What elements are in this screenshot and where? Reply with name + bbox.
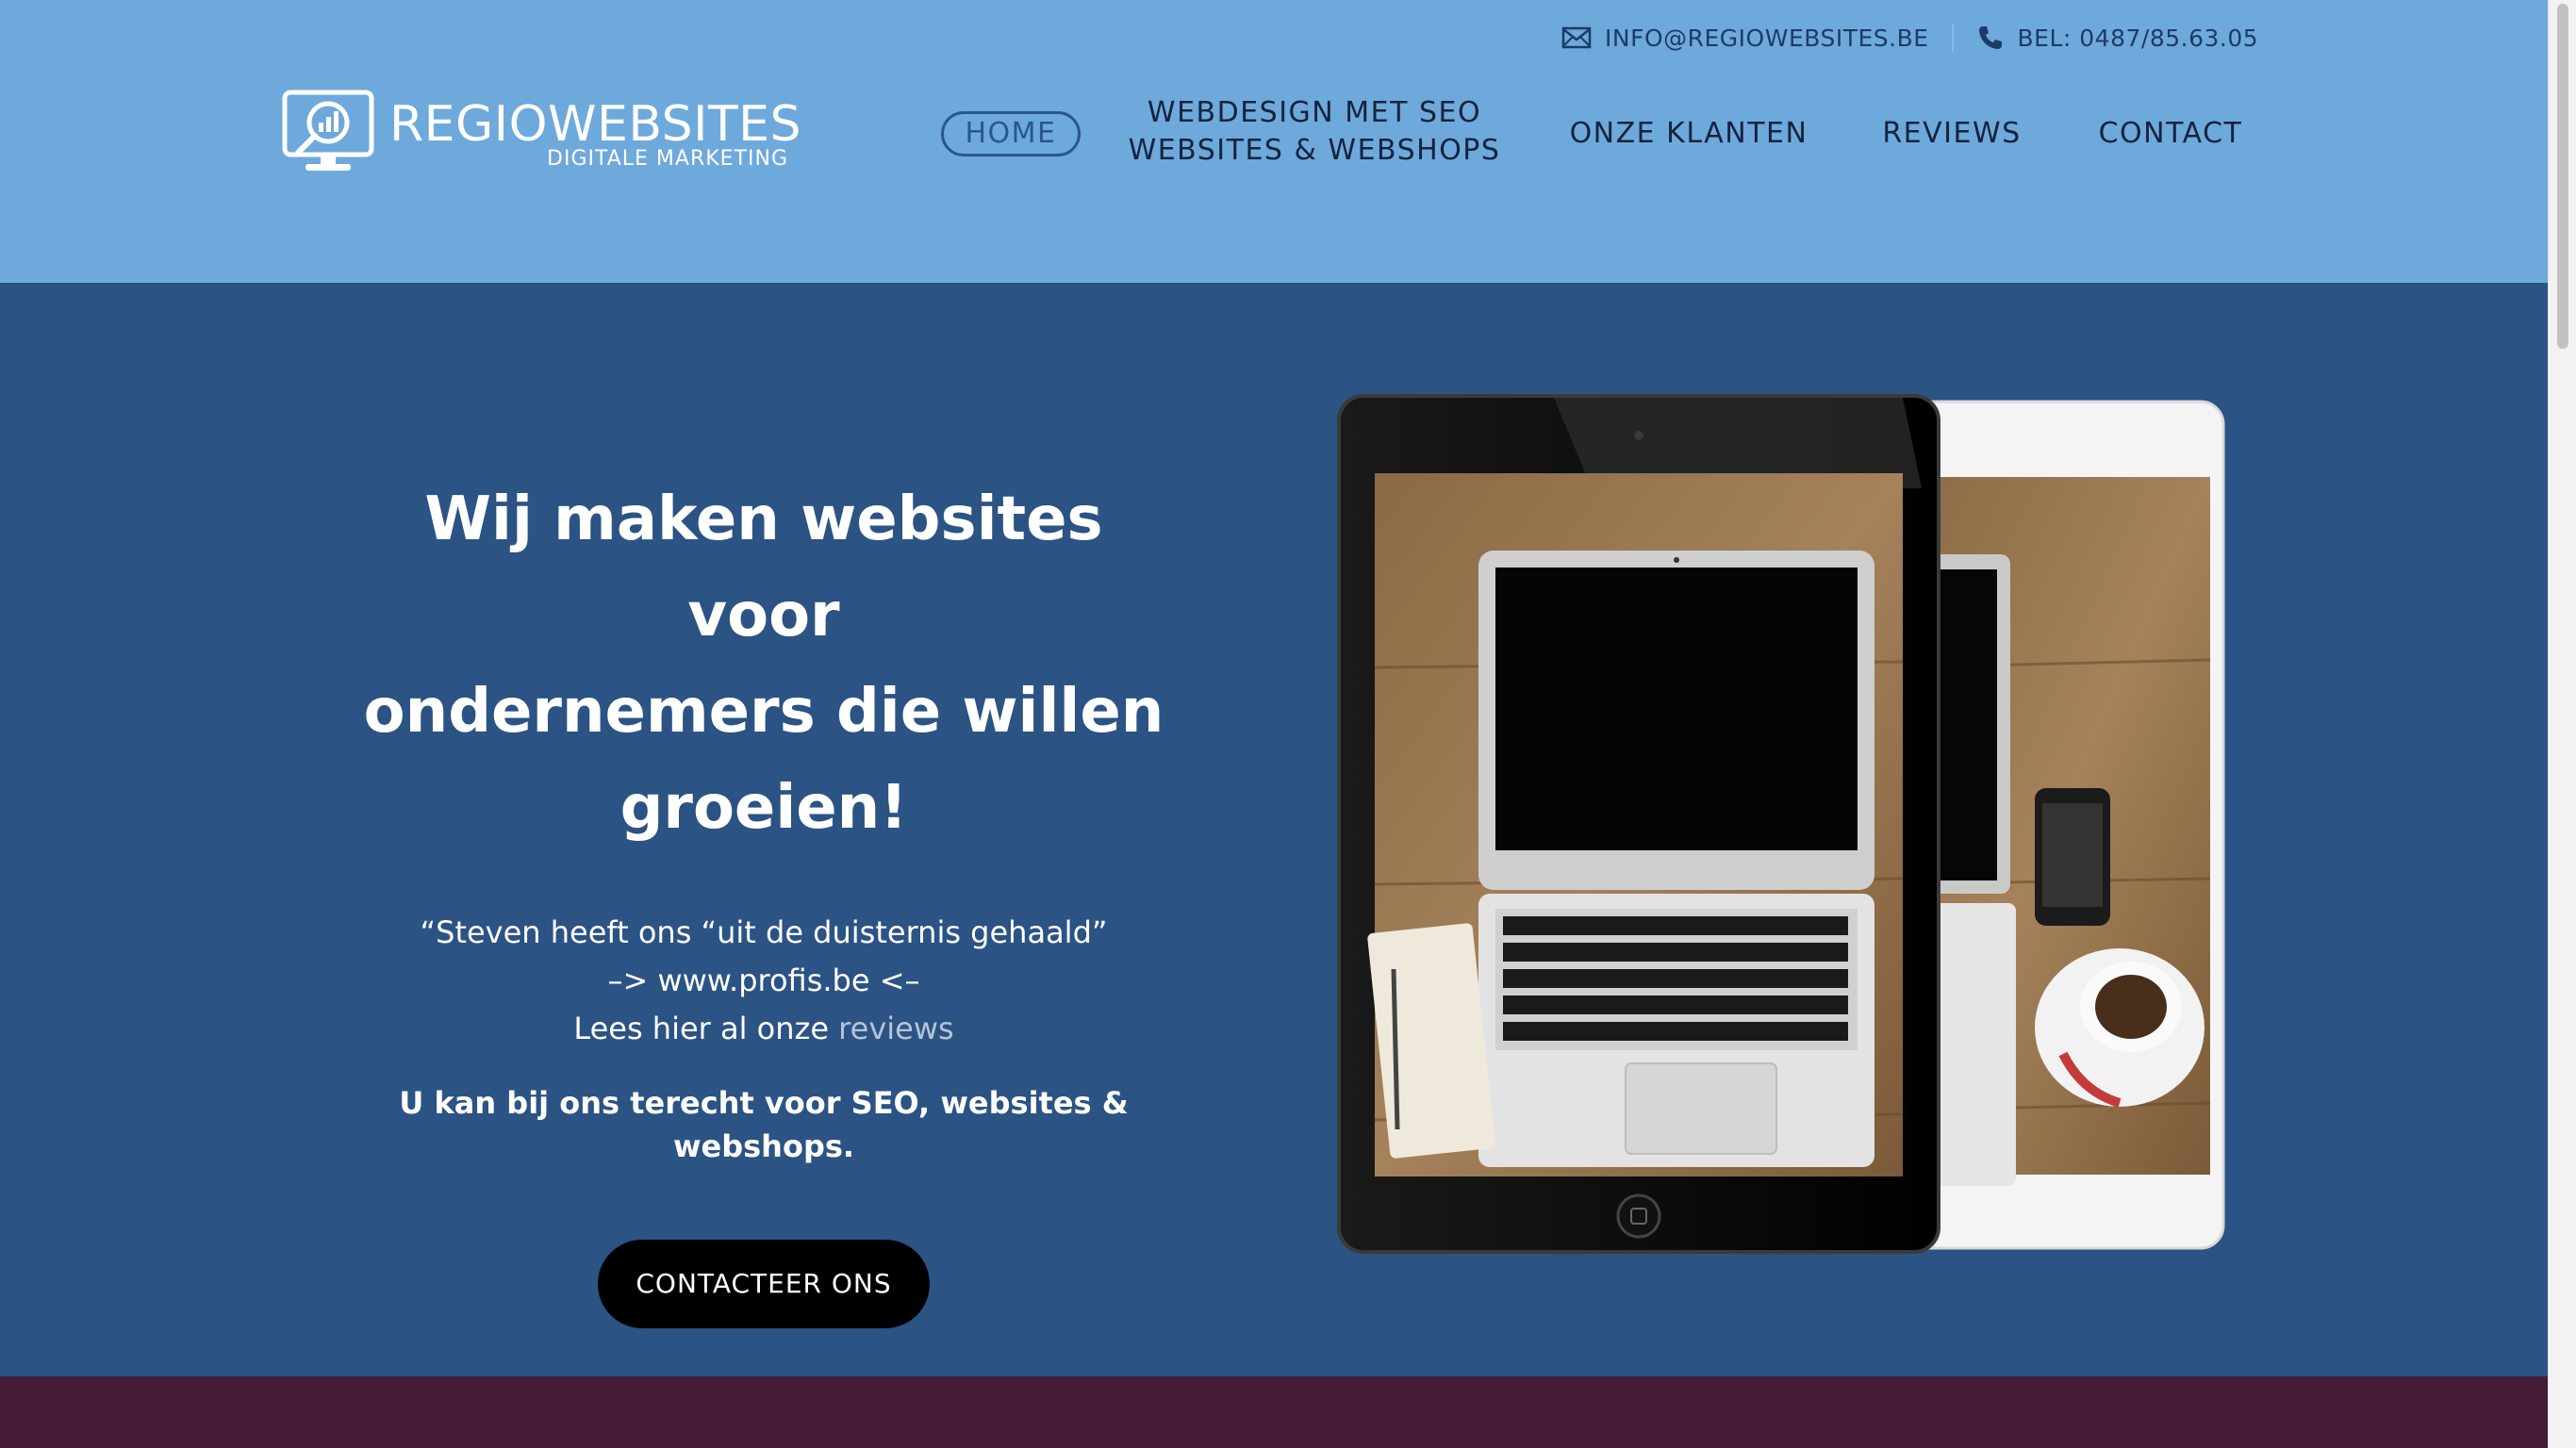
tablets-laptop-image xyxy=(1337,394,2225,1254)
hero-title: Wij maken websites voor ondernemers die … xyxy=(339,471,1188,856)
scrollbar-thumb[interactable] xyxy=(2557,4,2568,349)
hero-content: Wij maken websites voor ondernemers die … xyxy=(339,471,1188,1328)
hero-testimonial: “Steven heeft ons “uit de duisternis geh… xyxy=(339,909,1188,1053)
nav-home[interactable]: HOME xyxy=(941,111,1081,156)
reviews-line-prefix: Lees hier al onze xyxy=(573,1011,839,1046)
hero-title-line: ondernemers die willen xyxy=(363,677,1164,747)
page-scrollbar[interactable] xyxy=(2548,0,2576,1448)
reviews-link[interactable]: reviews xyxy=(838,1011,954,1046)
testimonial-quote: “Steven heeft ons “uit de duisternis geh… xyxy=(420,914,1108,950)
testimonial-source: –> www.profis.be <– xyxy=(607,963,920,998)
site-header: INFO@REGIOWEBSITES.BE BEL: 0487/85.63.05 xyxy=(0,0,2548,283)
nav-onze-klanten[interactable]: ONZE KLANTEN xyxy=(1569,115,1808,153)
next-section xyxy=(0,1376,2548,1448)
hero-tagline: U kan bij ons terecht voor SEO, websites… xyxy=(399,1085,1129,1164)
nav-webdesign-line2: WEBSITES & WEBSHOPS xyxy=(1128,134,1501,167)
hero-title-line: groeien! xyxy=(619,773,908,843)
reviews-line: Lees hier al onze reviews xyxy=(339,1005,1188,1053)
main-navigation: HOME WEBDESIGN MET SEO WEBSITES & WEBSHO… xyxy=(0,0,2548,283)
hero-title-line: Wij maken websites voor xyxy=(424,485,1103,650)
page: INFO@REGIOWEBSITES.BE BEL: 0487/85.63.05 xyxy=(0,0,2548,1448)
nav-webdesign[interactable]: WEBDESIGN MET SEO WEBSITES & WEBSHOPS xyxy=(1128,94,1501,170)
nav-webdesign-line1: WEBDESIGN MET SEO xyxy=(1147,96,1482,129)
contacteer-ons-button[interactable]: CONTACTEER ONS xyxy=(598,1240,930,1328)
nav-contact[interactable]: CONTACT xyxy=(2095,115,2246,153)
hero-section: Wij maken websites voor ondernemers die … xyxy=(0,283,2548,1376)
nav-reviews[interactable]: REVIEWS xyxy=(1880,115,2023,153)
